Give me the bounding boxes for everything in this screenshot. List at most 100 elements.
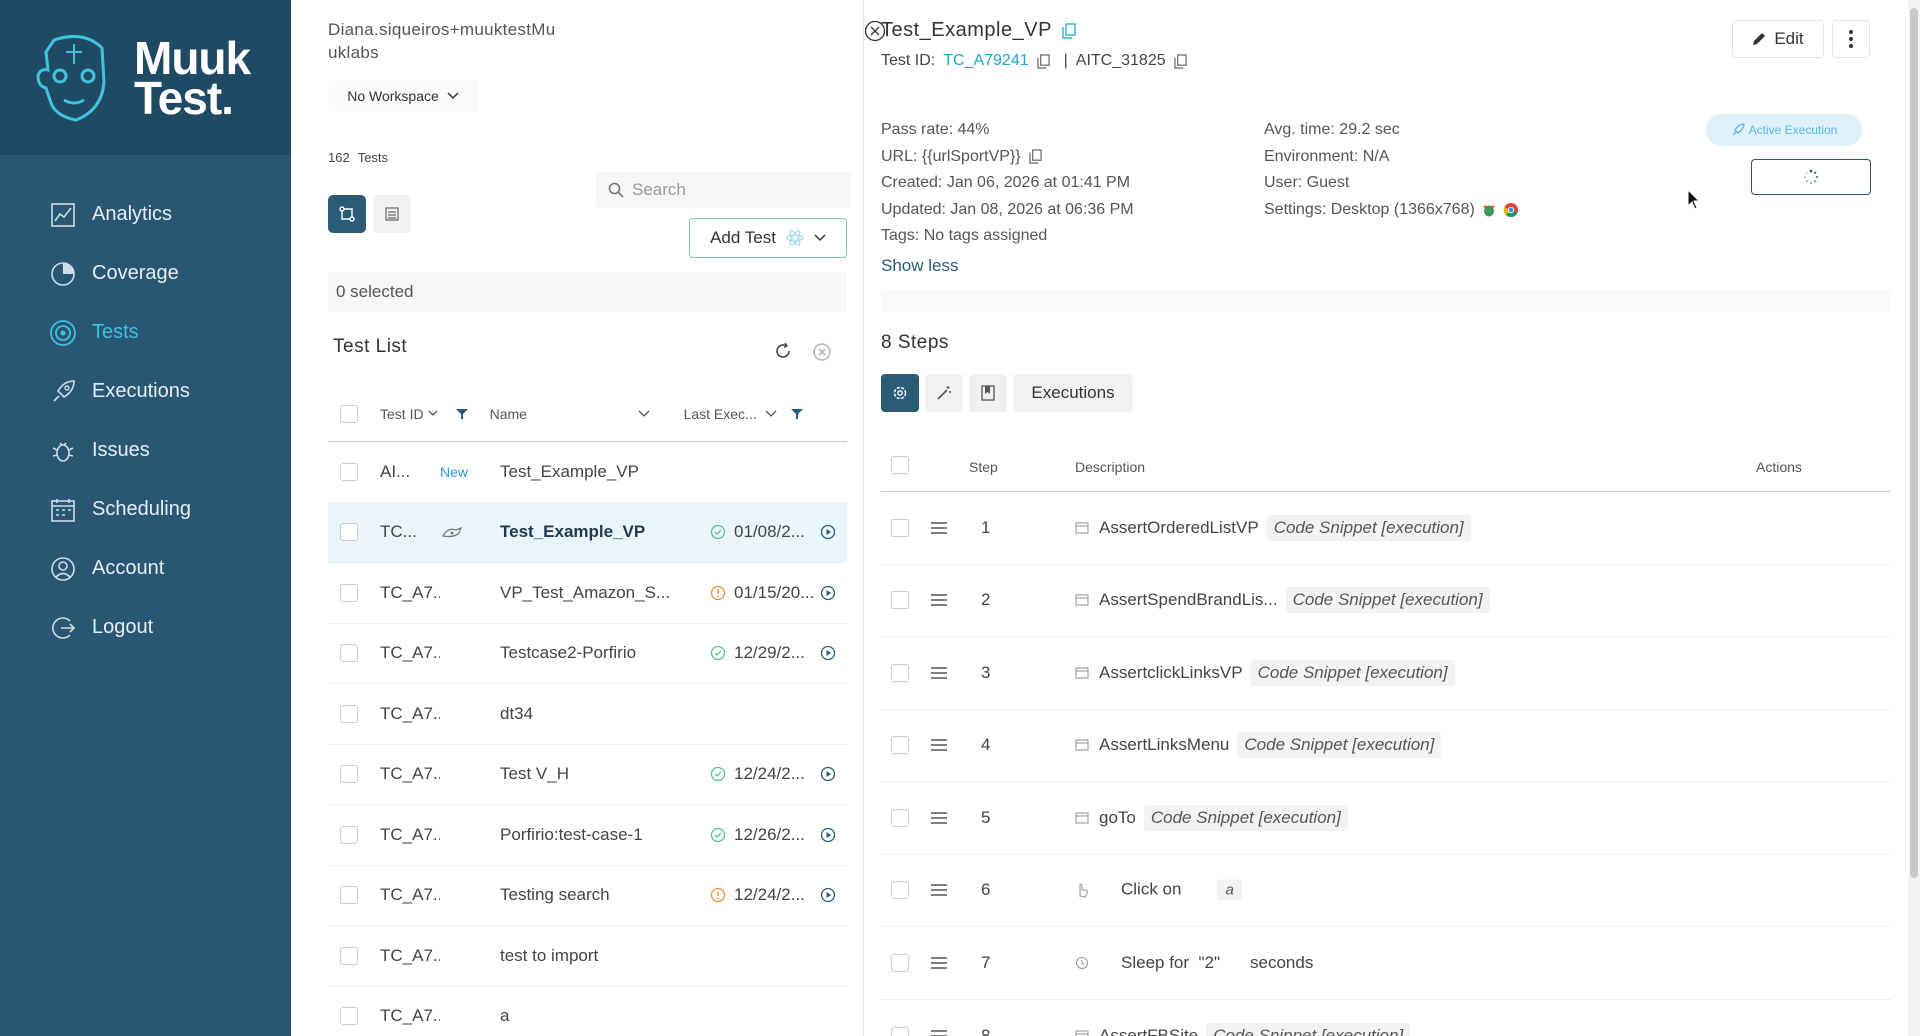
step-row[interactable]: 1 AssertOrderedListVP Code Snippet [execu… bbox=[881, 492, 1891, 565]
step-checkbox[interactable] bbox=[891, 808, 909, 827]
more-options-button[interactable] bbox=[1832, 20, 1870, 58]
chevron-down-icon[interactable] bbox=[765, 410, 777, 418]
step-row[interactable]: 2 AssertSpendBrandLis... Code Snippet [ex… bbox=[881, 565, 1891, 637]
bug-icon bbox=[48, 436, 78, 466]
row-test-name: dt34 bbox=[500, 703, 534, 723]
nav-analytics[interactable]: Analytics bbox=[0, 185, 291, 244]
flow-view-button[interactable] bbox=[328, 195, 366, 233]
step-row[interactable]: 6 Click on a bbox=[881, 855, 1891, 927]
search-input[interactable] bbox=[632, 180, 832, 200]
row-checkbox[interactable] bbox=[340, 462, 358, 481]
show-less-link[interactable]: Show less bbox=[881, 256, 958, 276]
bookmark-button[interactable] bbox=[969, 374, 1007, 412]
table-row[interactable]: TC_A7... Testcase2-Porfirio 12/29/2... bbox=[328, 624, 847, 684]
col-test-id[interactable]: Test ID bbox=[380, 406, 424, 422]
add-test-button[interactable]: Add Test bbox=[689, 218, 847, 258]
step-row[interactable]: 7 Sleep for "2" seconds bbox=[881, 927, 1891, 1000]
select-all-checkbox[interactable] bbox=[340, 404, 358, 423]
drag-handle-icon[interactable] bbox=[931, 594, 947, 607]
nav-logout[interactable]: Logout bbox=[0, 598, 291, 657]
run-status-button[interactable] bbox=[1751, 159, 1871, 195]
copy-icon[interactable] bbox=[1036, 53, 1050, 69]
nav-account[interactable]: Account bbox=[0, 539, 291, 598]
step-row[interactable]: 8 AssertFBSite Code Snippet [execution] bbox=[881, 1000, 1891, 1036]
test-id-link[interactable]: TC_A79241 bbox=[943, 52, 1028, 70]
copy-icon[interactable] bbox=[1062, 22, 1076, 39]
drag-handle-icon[interactable] bbox=[931, 739, 947, 752]
step-checkbox[interactable] bbox=[891, 953, 909, 972]
table-row[interactable]: TC... Test_Example_VP 01/08/2... bbox=[328, 502, 847, 563]
row-checkbox[interactable] bbox=[340, 704, 358, 723]
refresh-icon[interactable] bbox=[774, 342, 792, 360]
scrollbar-thumb[interactable] bbox=[1910, 8, 1918, 878]
search-box[interactable] bbox=[596, 172, 851, 208]
drag-handle-icon[interactable] bbox=[931, 521, 947, 534]
step-row[interactable]: 4 AssertLinksMenu Code Snippet [execution… bbox=[881, 710, 1891, 782]
clear-filter-icon[interactable] bbox=[812, 342, 832, 362]
row-checkbox[interactable] bbox=[340, 1007, 358, 1026]
drag-handle-icon[interactable] bbox=[931, 884, 947, 897]
vertical-scrollbar[interactable] bbox=[1908, 0, 1920, 1036]
row-checkbox[interactable] bbox=[340, 523, 358, 542]
table-row[interactable]: TC_A7... Test V_H 12/24/2... bbox=[328, 745, 847, 805]
nav-issues[interactable]: Issues bbox=[0, 421, 291, 480]
nav-scheduling[interactable]: Scheduling bbox=[0, 480, 291, 539]
select-all-steps-checkbox[interactable] bbox=[891, 456, 909, 474]
step-checkbox[interactable] bbox=[891, 736, 909, 755]
chevron-down-icon[interactable] bbox=[638, 410, 650, 418]
test-ids: Test ID: TC_A79241 | AITC_31825 bbox=[881, 52, 1187, 70]
row-checkbox[interactable] bbox=[340, 765, 358, 784]
drag-handle-icon[interactable] bbox=[931, 811, 947, 824]
run-test-icon[interactable] bbox=[820, 827, 840, 843]
filter-icon[interactable] bbox=[790, 408, 803, 420]
copy-icon[interactable] bbox=[1028, 149, 1042, 164]
nav-tests[interactable]: Tests bbox=[0, 303, 291, 362]
step-text: goTo bbox=[1099, 807, 1136, 827]
table-row[interactable]: TC_A7... dt34 bbox=[328, 684, 847, 745]
row-checkbox[interactable] bbox=[340, 946, 358, 965]
workspace-dropdown[interactable]: No Workspace bbox=[328, 80, 478, 112]
run-test-icon[interactable] bbox=[820, 645, 840, 661]
table-row[interactable]: TC_A7... a bbox=[328, 987, 847, 1036]
step-number: 1 bbox=[981, 517, 991, 537]
nav-coverage[interactable]: Coverage bbox=[0, 244, 291, 303]
row-checkbox[interactable] bbox=[340, 886, 358, 905]
step-row[interactable]: 5 goTo Code Snippet [execution] bbox=[881, 782, 1891, 855]
table-row[interactable]: TC_A7... Testing search 12/24/2... bbox=[328, 866, 847, 926]
filter-icon[interactable] bbox=[455, 408, 468, 420]
run-test-icon[interactable] bbox=[820, 585, 840, 601]
table-row[interactable]: TC_A7... VP_Test_Amazon_S... 01/15/20... bbox=[328, 563, 847, 624]
drag-handle-icon[interactable] bbox=[931, 666, 947, 679]
row-checkbox[interactable] bbox=[340, 825, 358, 844]
table-row[interactable]: TC_A7... Porfirio:test-case-1 12/26/2... bbox=[328, 805, 847, 866]
table-row[interactable]: AI... New Test_Example_VP bbox=[328, 442, 847, 503]
drag-handle-icon[interactable] bbox=[931, 956, 947, 969]
executions-tab[interactable]: Executions bbox=[1013, 374, 1133, 412]
step-checkbox[interactable] bbox=[891, 663, 909, 682]
run-test-icon[interactable] bbox=[820, 766, 840, 782]
col-last-exec[interactable]: Last Exec... bbox=[684, 406, 757, 422]
table-row[interactable]: TC_A7... test to import bbox=[328, 926, 847, 987]
chevron-down-icon[interactable] bbox=[428, 410, 438, 417]
step-number: 4 bbox=[981, 735, 991, 755]
step-checkbox[interactable] bbox=[891, 881, 909, 900]
run-test-icon[interactable] bbox=[820, 887, 840, 903]
copy-icon[interactable] bbox=[1173, 53, 1187, 69]
magic-wand-button[interactable] bbox=[925, 374, 963, 412]
step-checkbox[interactable] bbox=[891, 591, 909, 610]
nav-executions[interactable]: Executions bbox=[0, 362, 291, 421]
active-execution-badge[interactable]: Active Execution bbox=[1706, 114, 1862, 146]
step-text: AssertFBSite bbox=[1099, 1025, 1199, 1036]
edit-button[interactable]: Edit bbox=[1732, 20, 1824, 58]
step-chip: Code Snippet [execution] bbox=[1250, 659, 1455, 686]
row-checkbox[interactable] bbox=[340, 644, 358, 663]
list-view-button[interactable] bbox=[373, 195, 411, 233]
drag-handle-icon[interactable] bbox=[931, 1029, 947, 1036]
step-row[interactable]: 3 AssertclickLinksVP Code Snippet [execut… bbox=[881, 637, 1891, 710]
steps-view-button[interactable] bbox=[881, 374, 919, 412]
step-checkbox[interactable] bbox=[891, 1026, 909, 1036]
col-name[interactable]: Name bbox=[490, 406, 638, 422]
run-test-icon[interactable] bbox=[820, 524, 840, 540]
row-checkbox[interactable] bbox=[340, 583, 358, 602]
step-checkbox[interactable] bbox=[891, 518, 909, 537]
